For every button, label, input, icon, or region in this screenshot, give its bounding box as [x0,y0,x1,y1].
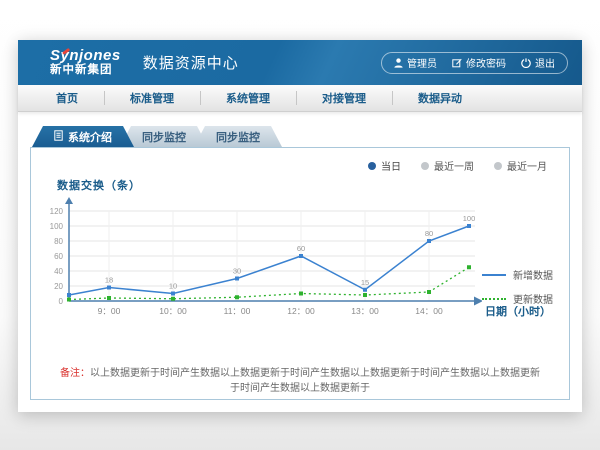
logout-label: 退出 [535,55,555,70]
tab-label: 系统介绍 [68,129,112,145]
radio-label: 当日 [381,158,401,173]
svg-text:13：00: 13：00 [351,306,379,316]
logo-wordmark: Synjones [50,48,121,65]
legend-label: 更新数据 [513,291,553,306]
tab-label: 同步监控 [142,129,186,145]
radio-last-week[interactable]: 最近一周 [421,158,474,173]
power-icon [521,58,531,68]
change-password-label: 修改密码 [466,55,506,70]
content-area: 系统介绍 同步监控 同步监控 当日 最近一周 [18,112,582,400]
main-nav: 首页 标准管理 系统管理 对接管理 数据异动 [18,85,582,112]
svg-text:11：00: 11：00 [224,306,251,316]
chart-legend: 新增数据 更新数据 [482,267,553,306]
document-icon [54,130,63,144]
svg-text:80: 80 [425,229,433,238]
svg-text:12：00: 12：00 [287,306,315,316]
nav-item-home[interactable]: 首页 [30,85,104,111]
current-user-label: 管理员 [407,55,437,70]
user-toolbar: 管理员 修改密码 退出 [381,52,568,74]
tab-sync-monitor-1[interactable]: 同步监控 [120,126,208,147]
logo: Synjones 新中新集团 [50,48,121,77]
svg-text:日期（小时）: 日期（小时） [485,304,551,318]
nav-item-system-mgmt[interactable]: 系统管理 [200,85,296,111]
user-icon [394,58,403,68]
svg-text:30: 30 [233,267,241,276]
tab-system-intro[interactable]: 系统介绍 [32,126,134,147]
svg-text:9：00: 9：00 [98,306,121,316]
svg-text:60: 60 [54,252,63,261]
page-title: 数据资源中心 [143,52,239,73]
svg-text:10: 10 [169,282,177,291]
legend-item-new-data: 新增数据 [482,267,553,282]
edit-icon [452,58,462,68]
radio-today[interactable]: 当日 [368,158,401,173]
nav-item-data-change[interactable]: 数据异动 [392,85,488,111]
chart-area: 0 20 40 60 80 100 120 9：00 10：00 11：00 12：00 13：00 1… [39,195,569,326]
radio-last-month[interactable]: 最近一月 [494,158,547,173]
svg-text:40: 40 [54,267,63,276]
radio-label: 最近一周 [434,158,474,173]
legend-item-updated-data: 更新数据 [482,291,553,306]
svg-text:100: 100 [463,214,476,223]
svg-text:80: 80 [54,237,63,246]
chart-panel: 当日 最近一周 最近一月 数据交换（条） 0 20 40 60 80 100 120 9：00… [30,147,570,400]
dotted-line-swatch-icon [482,298,506,300]
chart-y-axis-title: 数据交换（条） [57,177,569,193]
radio-dot-icon [421,162,429,170]
svg-text:60: 60 [297,244,305,253]
logo-company-name: 新中新集团 [50,64,121,77]
footnote: 备注：以上数据更新于时间产生数据以上数据更新于时间产生数据以上数据更新于时间产生… [31,364,569,394]
time-range-filters: 当日 最近一周 最近一月 [31,148,569,173]
legend-label: 新增数据 [513,267,553,282]
app-header: Synjones 新中新集团 数据资源中心 管理员 修改密码 退出 [18,40,582,85]
nav-item-integration-mgmt[interactable]: 对接管理 [296,85,392,111]
tab-label: 同步监控 [216,129,260,145]
svg-text:0: 0 [59,297,64,306]
svg-text:120: 120 [50,207,64,216]
nav-item-standard-mgmt[interactable]: 标准管理 [104,85,200,111]
current-user-button[interactable]: 管理员 [394,55,437,70]
radio-dot-icon [368,162,376,170]
footnote-text: 以上数据更新于时间产生数据以上数据更新于时间产生数据以上数据更新于时间产生数据以… [90,368,540,394]
svg-text:14：00: 14：00 [415,306,443,316]
footnote-prefix: 备注： [60,368,90,379]
svg-text:18: 18 [105,276,113,285]
change-password-button[interactable]: 修改密码 [452,55,506,70]
svg-text:100: 100 [50,222,64,231]
logout-button[interactable]: 退出 [521,55,555,70]
tab-bar: 系统介绍 同步监控 同步监控 [32,126,570,147]
radio-dot-icon [494,162,502,170]
app-window: Synjones 新中新集团 数据资源中心 管理员 修改密码 退出 首页 标准管… [18,40,582,412]
svg-text:15: 15 [361,278,369,287]
tab-sync-monitor-2[interactable]: 同步监控 [194,126,282,147]
solid-line-swatch-icon [482,274,506,276]
svg-text:20: 20 [54,282,63,291]
radio-label: 最近一月 [507,158,547,173]
svg-text:10：00: 10：00 [159,306,187,316]
